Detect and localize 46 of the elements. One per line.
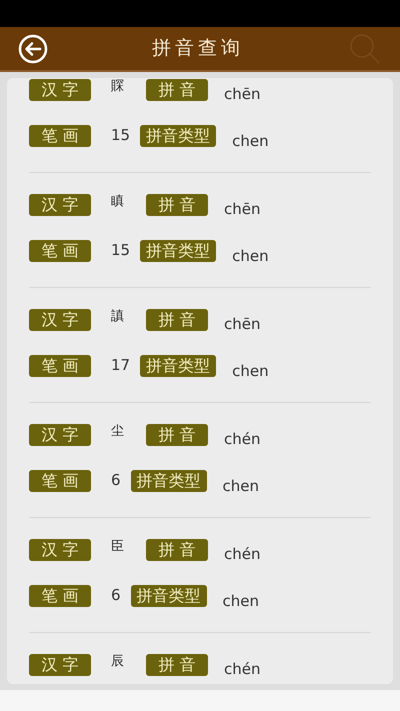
hanzi-label: 汉 字 (29, 309, 91, 331)
pinyin-type-label: 拼音类型 (140, 355, 216, 377)
pinyin-label: 拼 音 (146, 654, 208, 676)
pinyin-type-text: chen (222, 476, 260, 496)
pinyin-type-label: 拼音类型 (140, 125, 216, 147)
hanzi-character: 尘 (111, 424, 125, 440)
strokes-label: 笔 画 (29, 355, 91, 377)
pinyin-type-text: chen (232, 246, 269, 266)
stroke-count: 15 (111, 240, 130, 260)
pinyin-text: chēn (224, 199, 260, 219)
strokes-label: 笔 画 (29, 125, 91, 147)
hanzi-label: 汉 字 (29, 194, 91, 216)
pinyin-type-text: chen (232, 131, 269, 151)
pinyin-text: chén (224, 544, 260, 564)
stroke-count: 6 (111, 470, 121, 490)
strokes-label: 笔 画 (29, 585, 91, 607)
stroke-count: 17 (111, 355, 130, 375)
pinyin-label: 拼 音 (146, 79, 208, 101)
back-icon[interactable] (18, 34, 48, 64)
pinyin-type-label: 拼音类型 (130, 585, 207, 607)
hanzi-character: 瞋 (111, 194, 125, 210)
hanzi-character: 賝 (111, 79, 125, 95)
pinyin-text: chēn (224, 84, 260, 104)
pinyin-type-text: chen (222, 591, 260, 611)
pinyin-text: chén (224, 429, 260, 449)
pinyin-type-label: 拼音类型 (140, 240, 216, 262)
hanzi-label: 汉 字 (29, 424, 91, 446)
pinyin-text: chēn (224, 314, 260, 334)
hanzi-character: 謓 (111, 309, 125, 325)
pinyin-label: 拼 音 (146, 539, 208, 561)
stroke-count: 15 (111, 125, 130, 145)
page-title: 拼音查询 (152, 36, 244, 62)
strokes-label: 笔 画 (29, 240, 91, 262)
hanzi-character: 辰 (111, 654, 125, 670)
stroke-count: 6 (111, 585, 121, 605)
hanzi-label: 汉 字 (29, 79, 91, 101)
pinyin-label: 拼 音 (146, 309, 208, 331)
hanzi-character: 臣 (111, 539, 125, 555)
strokes-label: 笔 画 (29, 470, 91, 492)
pinyin-label: 拼 音 (146, 194, 208, 216)
pinyin-type-label: 拼音类型 (130, 470, 207, 492)
hanzi-label: 汉 字 (29, 654, 91, 676)
pinyin-type-text: chen (232, 361, 269, 381)
hanzi-label: 汉 字 (29, 539, 91, 561)
pinyin-text: chén (224, 659, 260, 679)
pinyin-label: 拼 音 (146, 424, 208, 446)
